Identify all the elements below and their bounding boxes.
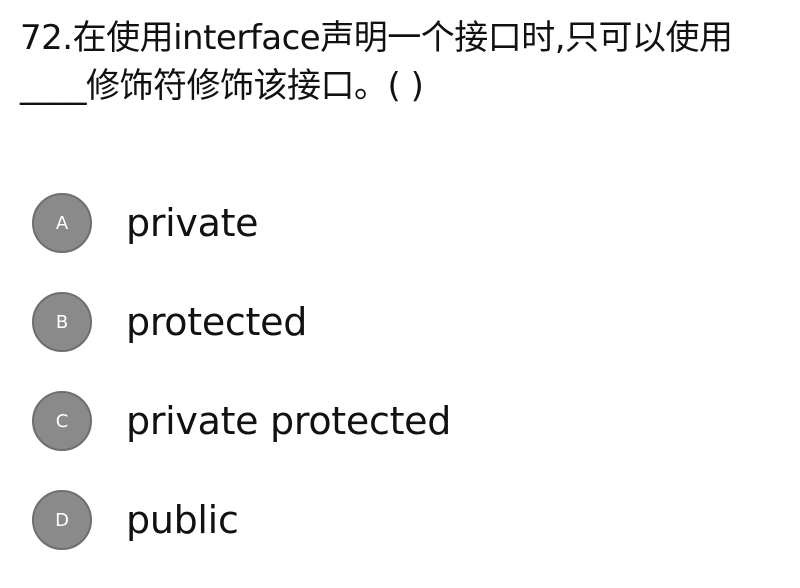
options-list: A private B protected C private protecte… xyxy=(32,192,451,588)
option-a-label[interactable]: private xyxy=(126,201,259,245)
option-b-label[interactable]: protected xyxy=(126,300,307,344)
option-a-badge[interactable]: A xyxy=(32,193,92,253)
option-d-label[interactable]: public xyxy=(126,498,239,542)
option-c-label[interactable]: private protected xyxy=(126,399,451,443)
option-b-badge[interactable]: B xyxy=(32,292,92,352)
option-c[interactable]: C private protected xyxy=(32,390,451,452)
option-d-badge[interactable]: D xyxy=(32,490,92,550)
option-b[interactable]: B protected xyxy=(32,291,451,353)
question-text: 72.在使用interface声明一个接口时,只可以使用____修饰符修饰该接口… xyxy=(20,18,733,106)
option-d[interactable]: D public xyxy=(32,489,451,551)
option-c-badge[interactable]: C xyxy=(32,391,92,451)
option-a[interactable]: A private xyxy=(32,192,451,254)
